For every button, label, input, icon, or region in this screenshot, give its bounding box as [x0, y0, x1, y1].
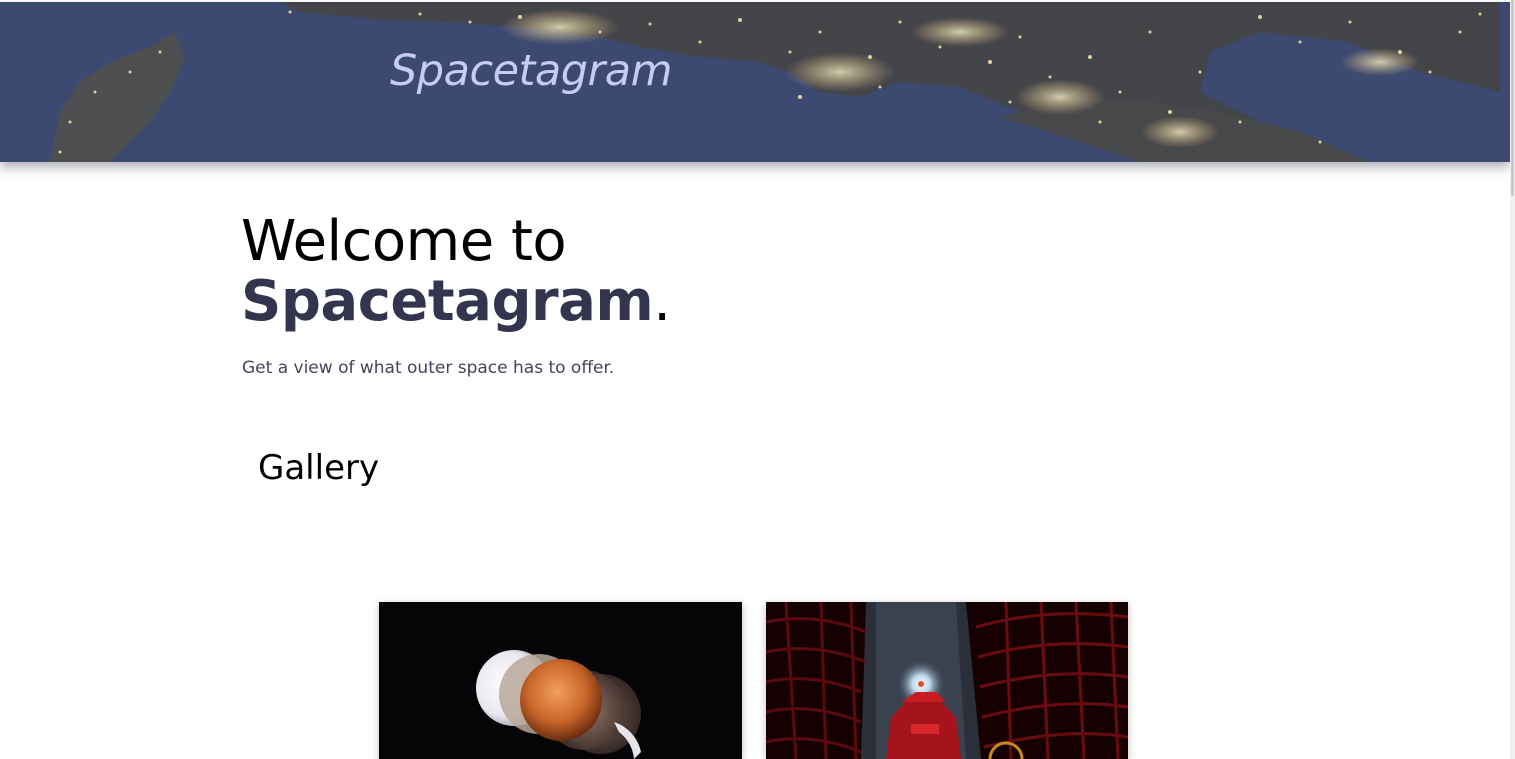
scrollbar-thumb[interactable]	[1511, 0, 1514, 196]
banner-earth-night-image	[0, 2, 1510, 162]
gallery-card-observatory[interactable]	[766, 602, 1128, 759]
tagline: Get a view of what outer space has to of…	[242, 358, 615, 378]
lunar-eclipse-image	[379, 602, 742, 759]
gallery-title: Gallery	[258, 448, 380, 488]
welcome-heading-line1: Welcome to	[241, 209, 567, 274]
header-banner: Spacetagram	[0, 2, 1510, 162]
page-scrollbar[interactable]	[1510, 0, 1515, 759]
welcome-heading-brand: Spacetagram	[241, 269, 654, 334]
observatory-image	[766, 602, 1128, 759]
gallery-card-lunar-eclipse[interactable]	[379, 602, 742, 759]
page: Spacetagram Welcome to Spacetagram. Get a…	[0, 0, 1515, 759]
site-title[interactable]: Spacetagram	[390, 50, 672, 93]
welcome-heading-punct: .	[653, 269, 671, 334]
welcome-heading: Welcome to Spacetagram.	[241, 212, 671, 332]
